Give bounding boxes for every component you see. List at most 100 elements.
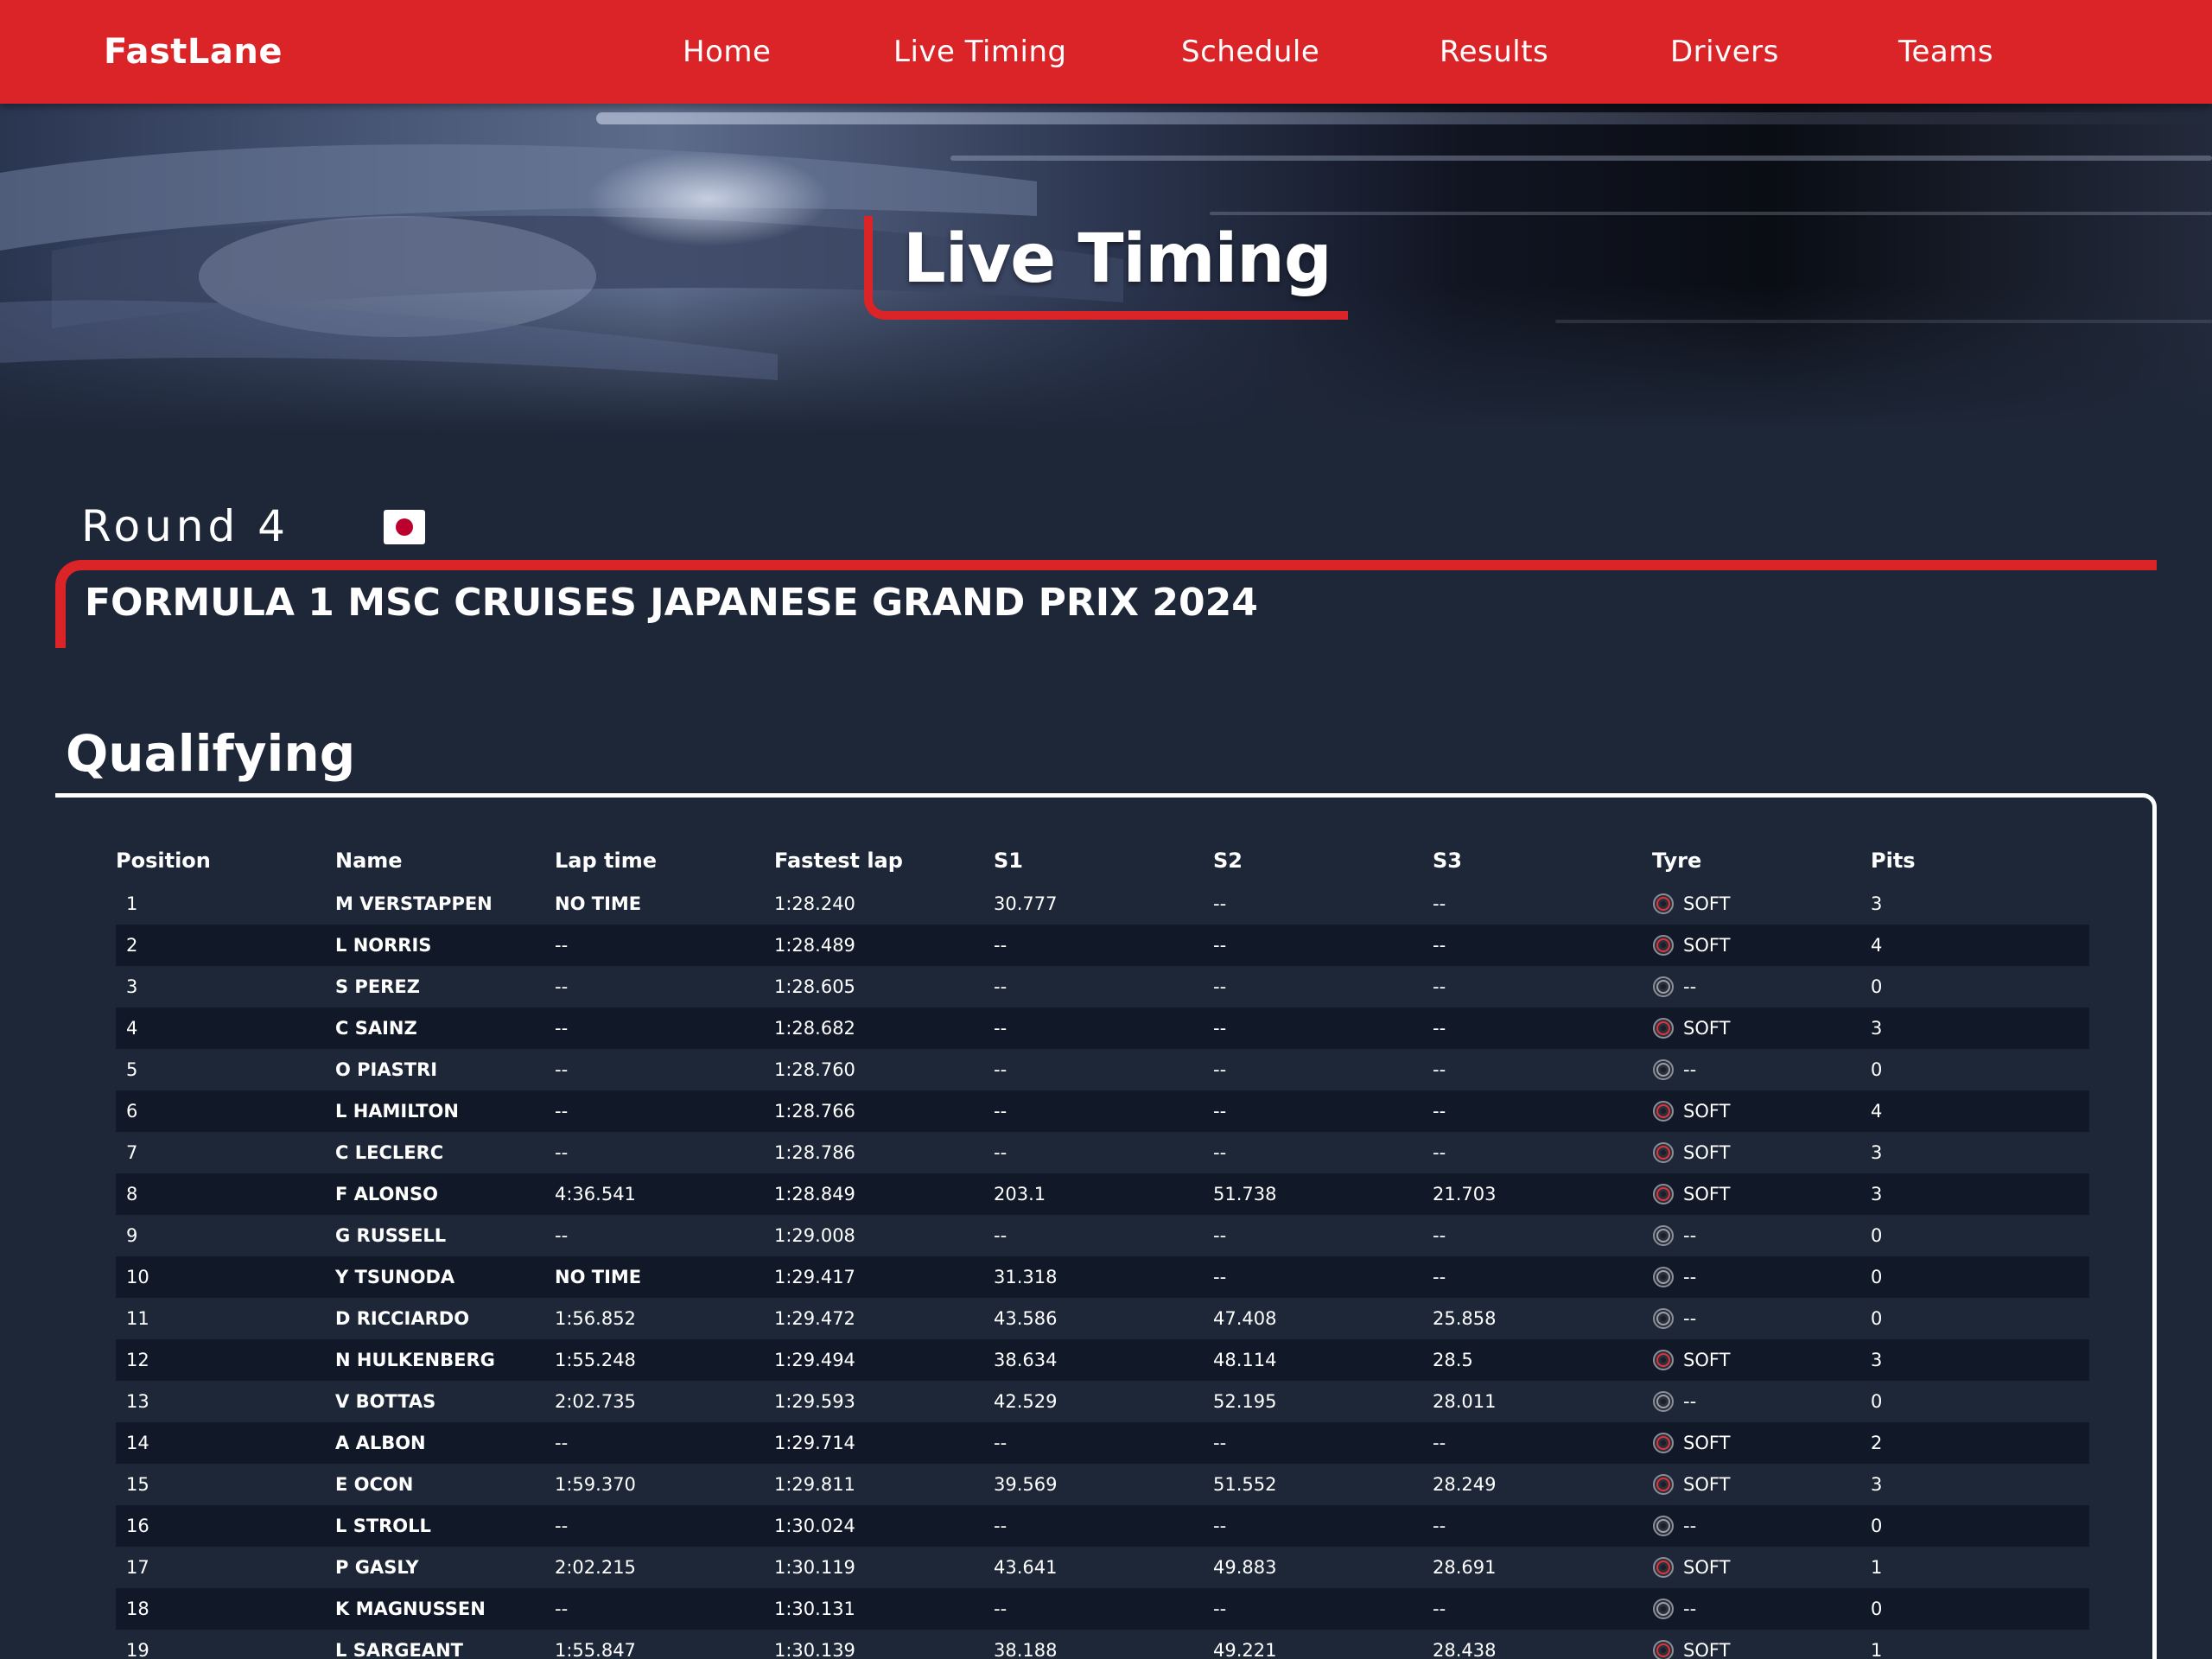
table-row[interactable]: 10 Y TSUNODA NO TIME 1:29.417 31.318 -- -- -- 0: [116, 1256, 2089, 1298]
lap-time-cell: 1:55.847: [555, 1630, 774, 1659]
lap-time-cell: --: [555, 966, 774, 1007]
pits-cell: 3: [1871, 1132, 2089, 1173]
table-row[interactable]: 6L HAMILTON -- 1:28.766 -- -- -- SOFT 4: [116, 1090, 2089, 1132]
sector1-cell: --: [994, 1215, 1213, 1256]
table-row[interactable]: 18 K MAGNUSSEN -- 1:30.131 -- -- -- -- 0: [116, 1588, 2089, 1630]
tyre-icon: [1653, 1433, 1674, 1453]
lap-time-cell: --: [555, 1090, 774, 1132]
col-header-pits[interactable]: Pits: [1871, 847, 2089, 883]
driver-name-cell: N HULKENBERG: [335, 1339, 555, 1381]
lap-time-cell: --: [555, 1007, 774, 1049]
tyre-compound-label: SOFT: [1683, 935, 1731, 956]
sector3-cell: 28.691: [1433, 1547, 1652, 1588]
pits-cell: 3: [1871, 1007, 2089, 1049]
driver-name-cell: L SARGEANT: [335, 1630, 555, 1659]
table-row[interactable]: 8F ALONSO 4:36.541 1:28.849 203.1 51.738 21.7…: [116, 1173, 2089, 1215]
col-header-name[interactable]: Name: [335, 847, 555, 883]
table-row[interactable]: 9G RUSSELL -- 1:29.008 -- -- -- -- 0: [116, 1215, 2089, 1256]
tyre-icon: [1653, 976, 1674, 997]
fastest-lap-cell: 1:30.024: [774, 1505, 994, 1547]
table-row[interactable]: 13 V BOTTAS 2:02.735 1:29.593 42.529 52.195 28…: [116, 1381, 2089, 1422]
tyre-icon: [1653, 1059, 1674, 1080]
sector1-cell: --: [994, 1588, 1213, 1630]
tyre-compound-label: --: [1683, 1059, 1697, 1080]
table-row[interactable]: 2L NORRIS -- 1:28.489 -- -- -- SOFT 4: [116, 925, 2089, 966]
sector2-cell: 51.552: [1213, 1464, 1433, 1505]
fastest-lap-cell: 1:28.682: [774, 1007, 994, 1049]
nav-results[interactable]: Results: [1440, 0, 1548, 104]
tyre-icon: [1653, 1142, 1674, 1163]
tyre-icon: [1653, 1184, 1674, 1205]
tyre-cell: --: [1652, 1298, 1871, 1339]
table-row[interactable]: 19 L SARGEANT 1:55.847 1:30.139 38.188 49.221…: [116, 1630, 2089, 1659]
tyre-compound-label: --: [1683, 1516, 1697, 1536]
tyre-cell: SOFT: [1652, 1173, 1871, 1215]
table-row[interactable]: 11 D RICCIARDO 1:56.852 1:29.472 43.586 47.40…: [116, 1298, 2089, 1339]
tyre-icon: [1653, 1267, 1674, 1287]
nav-teams[interactable]: Teams: [1898, 0, 1993, 104]
nav-live-timing[interactable]: Live Timing: [893, 0, 1067, 104]
pits-cell: 3: [1871, 883, 2089, 925]
tyre-cell: SOFT: [1652, 1547, 1871, 1588]
tyre-compound-label: --: [1683, 1599, 1697, 1619]
table-row[interactable]: 3S PEREZ -- 1:28.605 -- -- -- -- 0: [116, 966, 2089, 1007]
nav-schedule[interactable]: Schedule: [1181, 0, 1319, 104]
driver-name-cell: V BOTTAS: [335, 1381, 555, 1422]
tyre-cell: SOFT: [1652, 1464, 1871, 1505]
position-cell: 16: [116, 1505, 335, 1547]
fastest-lap-cell: 1:29.714: [774, 1422, 994, 1464]
col-header-s1[interactable]: S1: [994, 847, 1213, 883]
results-table-body: 1M VERSTAPPEN NO TIME 1:28.240 30.777 -- -- SO…: [116, 883, 2089, 1659]
tyre-icon: [1653, 1391, 1674, 1412]
driver-name-cell: C LECLERC: [335, 1132, 555, 1173]
driver-name-cell: P GASLY: [335, 1547, 555, 1588]
col-header-lap-time[interactable]: Lap time: [555, 847, 774, 883]
sector2-cell: --: [1213, 925, 1433, 966]
tyre-cell: SOFT: [1652, 1630, 1871, 1659]
nav-home[interactable]: Home: [683, 0, 771, 104]
tyre-cell: --: [1652, 1215, 1871, 1256]
position-cell: 8: [116, 1173, 335, 1215]
sector2-cell: 49.221: [1213, 1630, 1433, 1659]
pits-cell: 0: [1871, 1298, 2089, 1339]
nav-drivers[interactable]: Drivers: [1670, 0, 1779, 104]
table-row[interactable]: 5O PIASTRI -- 1:28.760 -- -- -- -- 0: [116, 1049, 2089, 1090]
lap-time-cell: --: [555, 1588, 774, 1630]
table-row[interactable]: 16 L STROLL -- 1:30.024 -- -- -- -- 0: [116, 1505, 2089, 1547]
lap-time-cell: 2:02.215: [555, 1547, 774, 1588]
table-row[interactable]: 1M VERSTAPPEN NO TIME 1:28.240 30.777 -- -- SO…: [116, 883, 2089, 925]
col-header-s3[interactable]: S3: [1433, 847, 1652, 883]
table-row[interactable]: 7C LECLERC -- 1:28.786 -- -- -- SOFT 3: [116, 1132, 2089, 1173]
sector2-cell: 49.883: [1213, 1547, 1433, 1588]
position-cell: 6: [116, 1090, 335, 1132]
pits-cell: 4: [1871, 1090, 2089, 1132]
position-cell: 1: [116, 883, 335, 925]
sector1-cell: --: [994, 1007, 1213, 1049]
sector1-cell: 39.569: [994, 1464, 1213, 1505]
sector1-cell: --: [994, 1090, 1213, 1132]
brand-logo[interactable]: FastLane: [104, 0, 283, 104]
table-row[interactable]: 4C SAINZ -- 1:28.682 -- -- -- SOFT 3: [116, 1007, 2089, 1049]
col-header-s2[interactable]: S2: [1213, 847, 1433, 883]
col-header-tyre[interactable]: Tyre: [1652, 847, 1871, 883]
lap-time-cell: 2:02.735: [555, 1381, 774, 1422]
table-row[interactable]: 12 N HULKENBERG 1:55.248 1:29.494 38.634 48.1…: [116, 1339, 2089, 1381]
position-cell: 5: [116, 1049, 335, 1090]
table-row[interactable]: 14 A ALBON -- 1:29.714 -- -- -- SOFT 2: [116, 1422, 2089, 1464]
table-row[interactable]: 17 P GASLY 2:02.215 1:30.119 43.641 49.883 28.…: [116, 1547, 2089, 1588]
table-row[interactable]: 15 E OCON 1:59.370 1:29.811 39.569 51.552 28.2…: [116, 1464, 2089, 1505]
position-cell: 19: [116, 1630, 335, 1659]
hero-title: Live Timing: [903, 220, 1332, 298]
tyre-icon: [1653, 1308, 1674, 1329]
sector2-cell: --: [1213, 883, 1433, 925]
lap-time-cell: NO TIME: [555, 883, 774, 925]
sector1-cell: 43.641: [994, 1547, 1213, 1588]
col-header-position[interactable]: Position: [116, 847, 335, 883]
fastest-lap-cell: 1:30.139: [774, 1630, 994, 1659]
tyre-compound-label: --: [1683, 976, 1697, 997]
tyre-icon: [1653, 1101, 1674, 1122]
sector1-cell: 38.634: [994, 1339, 1213, 1381]
col-header-fastest-lap[interactable]: Fastest lap: [774, 847, 994, 883]
pits-cell: 2: [1871, 1422, 2089, 1464]
driver-name-cell: F ALONSO: [335, 1173, 555, 1215]
